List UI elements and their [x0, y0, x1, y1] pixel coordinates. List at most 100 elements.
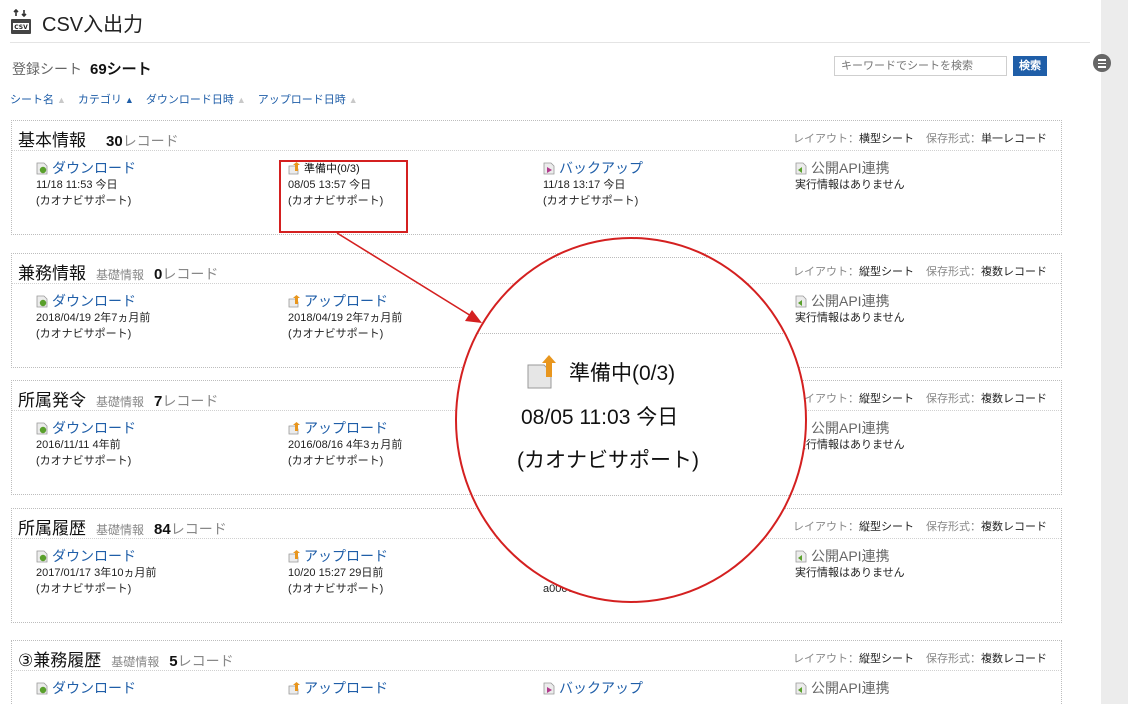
backup-link[interactable]: バックアップ	[543, 159, 783, 177]
action-datetime: 実行情報はありません	[795, 567, 905, 579]
record-unit: レコード	[170, 521, 227, 537]
record-count: 84レコード	[154, 521, 227, 538]
action-label: アップロード	[304, 420, 388, 436]
zoom-callout: 準備中(0/3) 08/05 11:03 今日 (カオナビサポート)	[455, 237, 807, 603]
api-link[interactable]: 公開API連携	[795, 292, 1035, 310]
download-icon	[36, 550, 48, 562]
api-icon	[795, 682, 807, 694]
download-column: ダウンロード	[36, 679, 276, 697]
api-column: 公開API連携 実行情報はありません	[795, 419, 1035, 453]
sheet-card: 基本情報 30レコード レイアウト：横型シート 保存形式：単一レコード ダウンロード 11…	[11, 120, 1062, 235]
menu-icon[interactable]	[1093, 54, 1111, 72]
sort-label: シート名	[10, 94, 54, 106]
record-count-value: 30	[106, 133, 123, 150]
format-label: 保存形式：	[926, 393, 981, 405]
api-link[interactable]: 公開API連携	[795, 419, 1035, 437]
format-label: 保存形式：	[926, 266, 981, 278]
api-link[interactable]: 公開API連携	[795, 159, 1035, 177]
sheet-name[interactable]: 兼務情報	[18, 264, 86, 283]
action-label: 公開API連携	[811, 548, 890, 564]
action-datetime: 11/18 11:53 今日	[36, 179, 118, 191]
sheet-name[interactable]: ③兼務履歴	[18, 651, 101, 670]
download-link[interactable]: ダウンロード	[36, 419, 276, 437]
sort-upload-date[interactable]: アップロード日時 ▲	[258, 91, 358, 107]
sort-category[interactable]: カテゴリ ▲	[78, 91, 134, 107]
sheet-header: ③兼務履歴 基礎情報 5レコード レイアウト：縦型シート 保存形式：複数レコード	[12, 641, 1061, 671]
action-datetime: 2018/04/19 2年7ヵ月前	[36, 312, 151, 324]
sheet-name[interactable]: 基本情報	[18, 131, 86, 150]
upload-link[interactable]: アップロード	[288, 679, 528, 697]
sort-label: アップロード日時	[257, 94, 346, 106]
sheet-title: ③兼務履歴 基礎情報 5レコード	[18, 646, 234, 671]
highlight-box	[279, 160, 408, 233]
sort-label: ダウンロード日時	[145, 94, 234, 106]
action-label: ダウンロード	[52, 680, 136, 696]
action-label: アップロード	[304, 680, 388, 696]
format-label: 保存形式：	[926, 521, 981, 533]
format-value: 複数レコード	[981, 521, 1047, 533]
sheet-title: 兼務情報 基礎情報 0レコード	[18, 259, 218, 284]
download-link[interactable]: ダウンロード	[36, 292, 276, 310]
api-icon	[795, 550, 807, 562]
search-button[interactable]: 検索	[1013, 56, 1047, 76]
action-user: (カオナビサポート)	[36, 583, 132, 595]
action-label: ダウンロード	[52, 293, 136, 309]
action-label: バックアップ	[559, 160, 643, 176]
sheet-category: 基礎情報	[96, 395, 145, 409]
layout-label: レイアウト：	[793, 266, 859, 278]
sort-bar: シート名 ▲ カテゴリ ▲ ダウンロード日時 ▲ アップロード日時 ▲	[10, 91, 358, 107]
api-icon	[795, 162, 807, 174]
sheet-meta: レイアウト：縦型シート 保存形式：複数レコード	[793, 263, 1047, 279]
action-datetime: 実行情報はありません	[795, 179, 905, 191]
divider	[457, 333, 805, 334]
download-column: ダウンロード 2016/11/11 4年前 (カオナビサポート)	[36, 419, 276, 469]
page-title: CSV入出力	[42, 13, 144, 36]
header-divider	[10, 42, 1090, 43]
format-value: 複数レコード	[981, 266, 1047, 278]
upload-link[interactable]: アップロード	[288, 547, 528, 565]
sort-arrows-icon: ▲	[57, 95, 66, 105]
sheet-search-input[interactable]	[834, 56, 1007, 76]
download-icon	[36, 295, 48, 307]
sheet-category: 基礎情報	[96, 268, 145, 282]
sheet-title: 所属履歴 基礎情報 84レコード	[18, 514, 227, 539]
sort-label: カテゴリ	[77, 94, 122, 106]
api-column: 公開API連携実行情報はありません	[795, 547, 1035, 581]
upload-icon	[288, 294, 300, 307]
download-link[interactable]: ダウンロード	[36, 679, 276, 697]
page-header: CSV CSV入出力	[10, 4, 143, 40]
action-user: (カオナビサポート)	[36, 455, 132, 467]
upload-column: アップロード	[288, 679, 528, 697]
record-count-value: 84	[154, 521, 171, 538]
api-column: 公開API連携	[795, 679, 1035, 697]
download-column: ダウンロード 2017/01/17 3年10ヵ月前 (カオナビサポート)	[36, 547, 276, 597]
zoom-status-label: 準備中(0/3)	[569, 362, 676, 385]
sort-arrows-icon: ▲	[236, 95, 246, 105]
sheet-title: 所属発令 基礎情報 7レコード	[18, 386, 218, 411]
api-link[interactable]: 公開API連携	[795, 679, 1035, 697]
sheet-header: 基本情報 30レコード レイアウト：横型シート 保存形式：単一レコード	[12, 121, 1061, 151]
backup-link[interactable]: バックアップ	[543, 679, 783, 697]
upload-icon	[288, 681, 300, 694]
upload-column: アップロード 10/20 15:27 29日前 (カオナビサポート)	[288, 547, 528, 597]
sort-sheet-name[interactable]: シート名 ▲	[10, 91, 66, 107]
download-link[interactable]: ダウンロード	[36, 159, 276, 177]
divider	[457, 257, 805, 258]
action-datetime: 2016/11/11 4年前	[36, 439, 121, 451]
sheet-name[interactable]: 所属発令	[18, 391, 86, 410]
zoom-datetime: 08/05 11:03 今日	[521, 406, 679, 429]
action-user: (カオナビサポート)	[36, 328, 132, 340]
sheet-name[interactable]: 所属履歴	[18, 519, 86, 538]
record-count: 30レコード	[106, 133, 179, 150]
scrollbar-track[interactable]	[1101, 0, 1128, 704]
sort-download-date[interactable]: ダウンロード日時 ▲	[146, 91, 246, 107]
upload-icon	[288, 421, 300, 434]
api-column: 公開API連携実行情報はありません	[795, 159, 1035, 193]
sheet-category: 基礎情報	[111, 655, 160, 669]
action-label: 公開API連携	[811, 680, 890, 696]
download-link[interactable]: ダウンロード	[36, 547, 276, 565]
record-unit: レコード	[162, 393, 219, 409]
api-link[interactable]: 公開API連携	[795, 547, 1035, 565]
sheet-title: 基本情報 30レコード	[18, 126, 179, 151]
sheet-meta: レイアウト：縦型シート 保存形式：複数レコード	[793, 518, 1047, 534]
